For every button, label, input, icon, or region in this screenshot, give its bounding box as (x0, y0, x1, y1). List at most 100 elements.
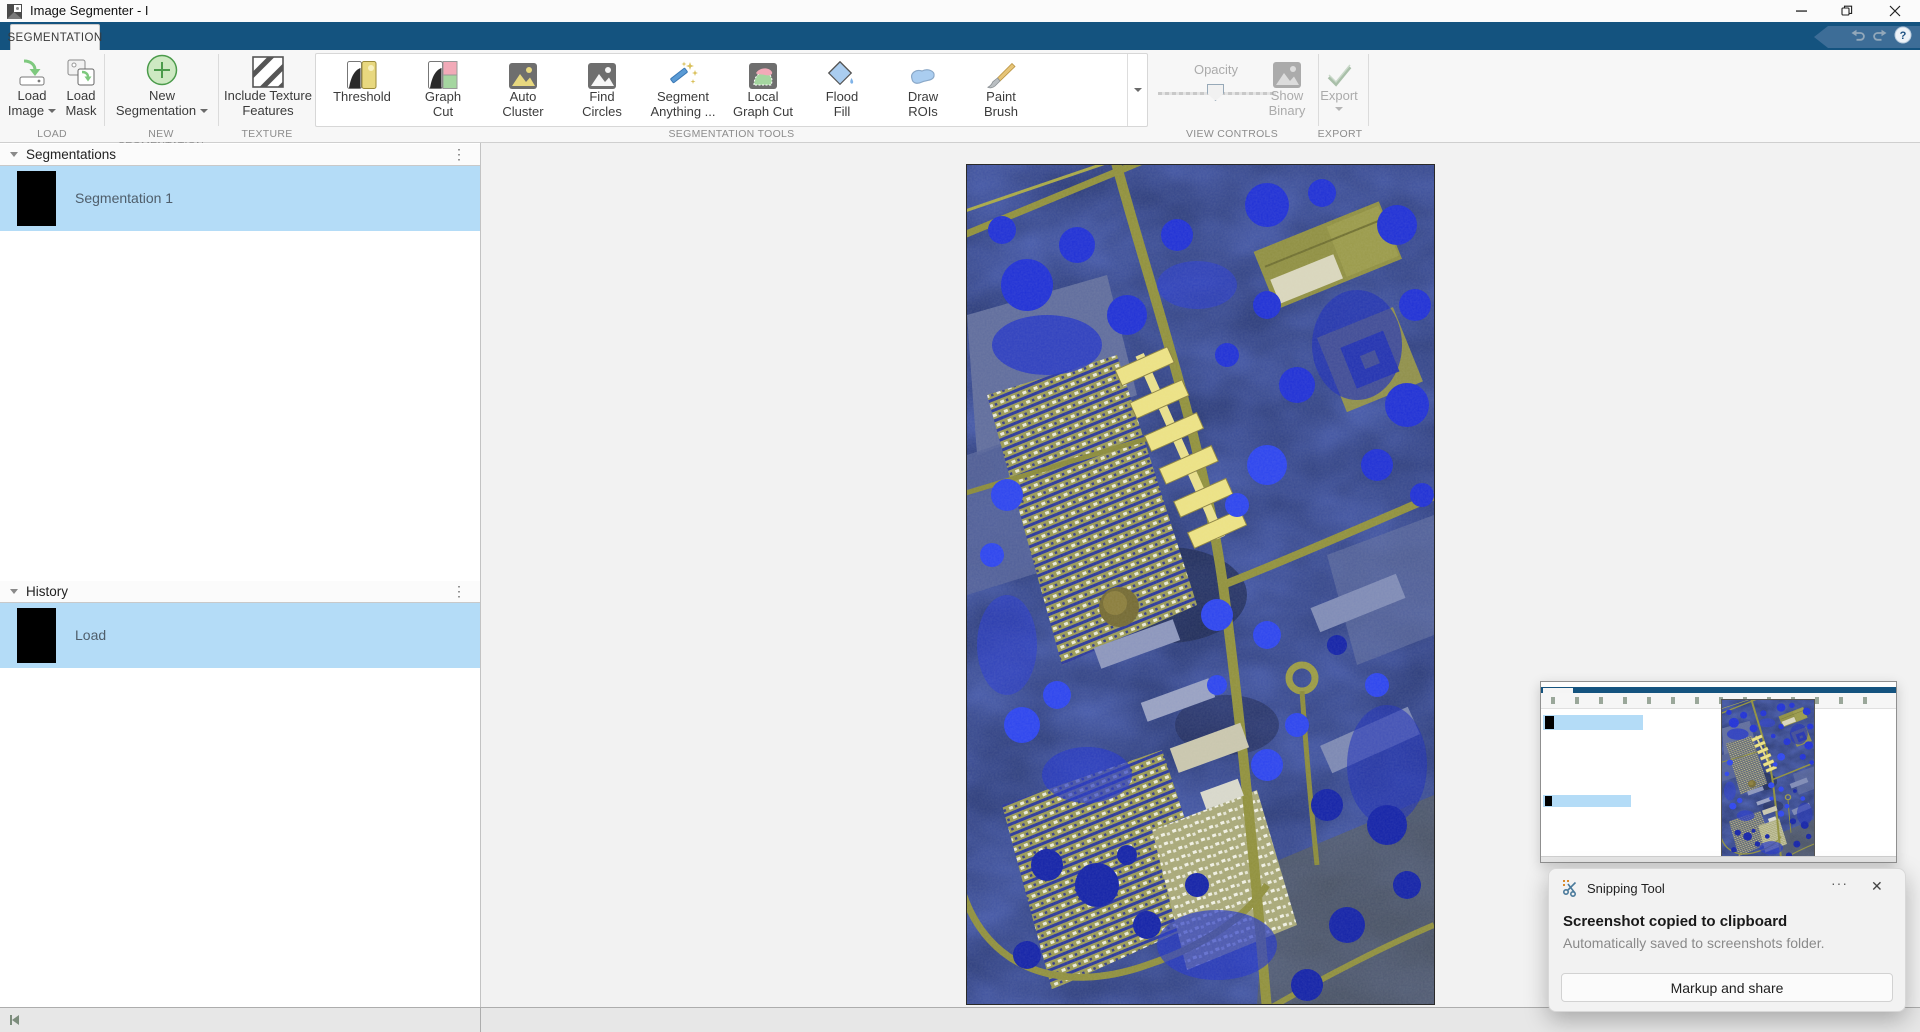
auto-cluster-label-2: Cluster (502, 104, 543, 119)
load-mask-button[interactable]: Load Mask (58, 52, 104, 128)
satellite-image[interactable] (966, 164, 1435, 1005)
group-separator (1368, 54, 1369, 126)
opacity-slider-thumb[interactable] (1207, 84, 1224, 101)
flood-fill-icon (827, 55, 857, 89)
close-button[interactable] (1878, 0, 1912, 22)
notification-app-name: Snipping Tool (1587, 881, 1665, 896)
segmentations-panel-title: Segmentations (26, 147, 116, 162)
thumbnail-status-strip (1541, 856, 1896, 862)
auto-cluster-button[interactable]: Auto Cluster (485, 55, 561, 125)
show-binary-button[interactable]: Show Binary (1260, 52, 1314, 128)
history-panel-title: History (26, 584, 68, 599)
snipping-tool-icon (1562, 879, 1580, 902)
undo-icon[interactable] (1850, 28, 1866, 47)
load-image-dropdown-caret-icon[interactable] (48, 109, 56, 113)
restore-button[interactable] (1830, 0, 1864, 22)
redo-icon[interactable] (1872, 28, 1888, 47)
screenshot-thumbnail-preview[interactable] (1540, 681, 1897, 863)
show-binary-icon (1273, 52, 1301, 88)
auto-cluster-label-1: Auto (510, 89, 537, 104)
history-list-item[interactable]: Load (0, 603, 480, 668)
segmentations-kebab-menu-icon[interactable]: ⋮ (452, 146, 466, 163)
texture-label-1: Include Texture (224, 88, 312, 103)
texture-label-2: Features (242, 103, 293, 118)
history-kebab-menu-icon[interactable]: ⋮ (452, 583, 466, 600)
local-graph-cut-label-2: Graph Cut (733, 104, 793, 119)
notification-more-icon[interactable]: ··· (1831, 875, 1848, 891)
svg-text:?: ? (1900, 30, 1907, 42)
title-bar: Image Segmenter - I (0, 0, 1920, 22)
load-mask-label-1: Load (67, 88, 96, 103)
collapse-triangle-icon[interactable] (10, 152, 18, 157)
segment-anything-icon (668, 55, 698, 89)
help-icon[interactable]: ? (1894, 26, 1912, 49)
load-image-label-2: Image (8, 103, 44, 118)
new-segmentation-button[interactable]: New Segmentation (112, 52, 212, 128)
segmentation-tools-group: Threshold Graph Cut Auto Cluster (315, 53, 1148, 127)
graph-cut-label-1: Graph (425, 89, 461, 104)
collapse-triangle-icon[interactable] (10, 589, 18, 594)
history-panel-header[interactable]: History ⋮ (0, 581, 480, 603)
export-icon (1324, 52, 1354, 88)
find-circles-icon (588, 55, 616, 89)
threshold-icon (347, 55, 377, 89)
notification-close-icon[interactable]: ✕ (1871, 878, 1883, 895)
snipping-tool-notification[interactable]: Snipping Tool ··· ✕ Screenshot copied to… (1548, 868, 1906, 1012)
minimize-button[interactable] (1785, 0, 1819, 22)
show-binary-label-1: Show (1271, 88, 1304, 103)
status-bar-divider (480, 1008, 481, 1032)
find-circles-label-2: Circles (582, 104, 622, 119)
draw-rois-button[interactable]: Draw ROIs (885, 55, 961, 125)
local-graph-cut-button[interactable]: Local Graph Cut (725, 55, 801, 125)
collapse-panel-icon[interactable] (8, 1013, 22, 1032)
graph-cut-icon (428, 55, 458, 89)
markup-and-share-button[interactable]: Markup and share (1561, 973, 1893, 1002)
flood-fill-label-2: Fill (834, 104, 851, 119)
local-graph-cut-label-1: Local (747, 89, 778, 104)
flood-fill-button[interactable]: Flood Fill (804, 55, 880, 125)
thumbnail-black-block (1545, 796, 1552, 806)
local-graph-cut-icon (749, 55, 777, 89)
find-circles-label-1: Find (589, 89, 614, 104)
load-image-label-1: Load (18, 88, 47, 103)
new-segmentation-dropdown-caret-icon[interactable] (200, 109, 208, 113)
section-label-segmentation-tools: SEGMENTATION TOOLS (315, 128, 1148, 142)
graph-cut-button[interactable]: Graph Cut (405, 55, 481, 125)
threshold-button[interactable]: Threshold (324, 55, 400, 125)
segment-anything-button[interactable]: Segment Anything ... (645, 55, 721, 125)
segmentation-list-item[interactable]: Segmentation 1 (0, 166, 480, 231)
group-separator (218, 54, 219, 126)
section-label-export: EXPORT (1300, 128, 1380, 142)
section-label-texture: TEXTURE (218, 128, 316, 142)
notification-headline: Screenshot copied to clipboard (1563, 913, 1787, 930)
window-title: Image Segmenter - I (30, 3, 149, 18)
export-button[interactable]: Export (1317, 52, 1361, 128)
tools-overflow-caret-icon (1134, 88, 1142, 92)
segmentations-panel-header[interactable]: Segmentations ⋮ (0, 144, 480, 166)
load-mask-label-2: Mask (65, 103, 96, 118)
image-segmenter-window: Image Segmenter - I SEGMENTATION ? (0, 0, 1920, 1032)
paint-brush-button[interactable]: Paint Brush (963, 55, 1039, 125)
thumbnail-black-block (1545, 716, 1554, 729)
show-binary-label-2: Binary (1269, 103, 1306, 118)
segment-anything-label-1: Segment (657, 89, 709, 104)
tab-segmentation[interactable]: SEGMENTATION (10, 24, 100, 51)
load-image-icon (16, 52, 48, 88)
include-texture-features-button[interactable]: Include Texture Features (220, 52, 316, 128)
history-item-label: Load (75, 627, 106, 643)
paint-brush-icon (986, 55, 1016, 89)
thumbnail-toolbar-icons (1541, 693, 1896, 709)
threshold-label-1: Threshold (333, 89, 391, 104)
left-panel: Segmentations ⋮ Segmentation 1 History ⋮… (0, 143, 481, 1007)
paint-brush-label-1: Paint (986, 89, 1016, 104)
tools-overflow-button[interactable] (1127, 54, 1147, 126)
quick-access-toolbar: ? (1814, 26, 1920, 48)
find-circles-button[interactable]: Find Circles (564, 55, 640, 125)
load-image-button[interactable]: Load Image (6, 52, 58, 128)
notification-subtext: Automatically saved to screenshots folde… (1563, 935, 1824, 951)
app-icon (7, 4, 22, 19)
new-segmentation-icon (144, 52, 180, 88)
draw-rois-icon (908, 55, 938, 89)
draw-rois-label-1: Draw (908, 89, 938, 104)
graph-cut-label-2: Cut (433, 104, 453, 119)
